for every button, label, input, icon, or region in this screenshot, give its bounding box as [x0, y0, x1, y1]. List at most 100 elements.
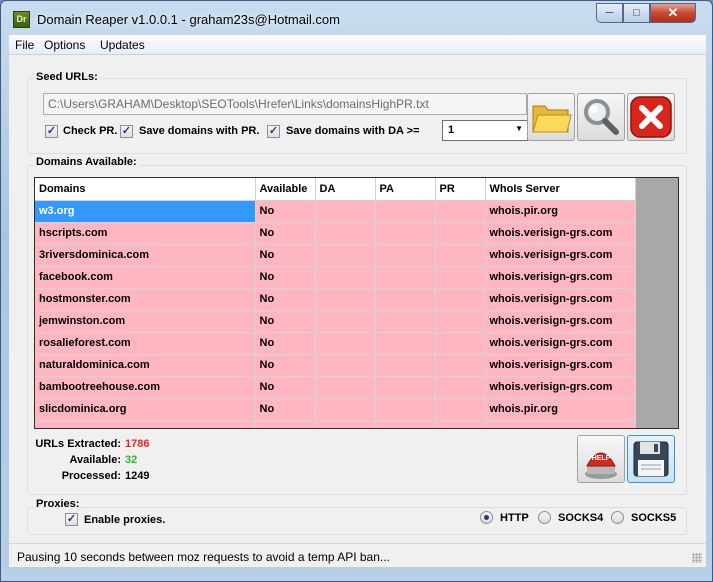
menu-updates[interactable]: Updates — [100, 38, 145, 52]
cell-pa[interactable] — [375, 310, 436, 333]
cell-pr[interactable] — [435, 398, 486, 421]
cell-domain[interactable]: slicdominica.org — [35, 398, 256, 421]
cell-domain[interactable]: rosalieforest.com — [35, 332, 256, 355]
cell-domain[interactable]: 3riversdominica.com — [35, 244, 256, 267]
cell-available[interactable]: No — [255, 376, 316, 399]
table-row[interactable]: 3riversdominica.com No whois.verisign-gr… — [35, 244, 636, 267]
column-header-pa[interactable]: PA — [375, 178, 436, 201]
cell-available[interactable]: No — [255, 310, 316, 333]
cell-pa[interactable] — [375, 288, 436, 311]
cell-da[interactable] — [315, 222, 376, 245]
cell-da[interactable] — [315, 376, 376, 399]
cell-pr[interactable] — [435, 310, 486, 333]
cell-domain[interactable]: hscripts.com — [35, 222, 256, 245]
cell-whois[interactable]: whois.pir.org — [485, 200, 636, 223]
column-header-pr[interactable]: PR — [435, 178, 486, 201]
cell-pa[interactable] — [375, 398, 436, 421]
cell-domain[interactable]: facebook.com — [35, 266, 256, 289]
minimize-button[interactable]: ─ — [596, 3, 623, 23]
cell-pa[interactable] — [375, 244, 436, 267]
radio-http[interactable] — [480, 511, 493, 524]
cell-pa[interactable] — [375, 200, 436, 223]
menu-options[interactable]: Options — [44, 38, 85, 52]
table-row[interactable]: hostmonster.com No whois.verisign-grs.co… — [35, 288, 636, 311]
cancel-button[interactable] — [627, 93, 675, 141]
table-row[interactable]: hscripts.com No whois.verisign-grs.com — [35, 222, 636, 245]
da-threshold-select[interactable]: 1 ▼ — [442, 120, 528, 141]
table-row[interactable]: bambootreehouse.com No whois.verisign-gr… — [35, 376, 636, 399]
search-button[interactable] — [577, 93, 625, 141]
cell-available[interactable]: No — [255, 266, 316, 289]
column-header-domains[interactable]: Domains — [35, 178, 256, 201]
table-row[interactable]: facebook.com No whois.verisign-grs.com — [35, 266, 636, 289]
domains-grid[interactable]: Domains Available DA PA PR WhoIs Server … — [34, 177, 679, 429]
cell-available[interactable]: No — [255, 354, 316, 377]
cell-da[interactable] — [315, 244, 376, 267]
enable-proxies-checkbox[interactable]: ✓ — [65, 513, 78, 526]
cell-whois[interactable]: whois.verisign-grs.com — [485, 222, 636, 245]
close-button[interactable]: ✕ — [650, 3, 696, 23]
cell-available[interactable]: No — [255, 222, 316, 245]
save-pr-checkbox[interactable]: ✓ — [120, 125, 133, 138]
open-file-button[interactable] — [527, 93, 575, 141]
cell-whois[interactable]: whois.verisign-grs.com — [485, 310, 636, 333]
cell-da[interactable] — [315, 288, 376, 311]
cell-pr[interactable] — [435, 244, 486, 267]
cell-pa[interactable] — [375, 222, 436, 245]
seed-file-path-input[interactable]: C:\Users\GRAHAM\Desktop\SEOTools\Hrefer\… — [43, 93, 527, 115]
cell-whois[interactable]: whois.verisign-grs.com — [485, 332, 636, 355]
radio-socks5[interactable] — [611, 511, 624, 524]
save-button[interactable] — [627, 435, 675, 483]
cell-available[interactable]: No — [255, 200, 316, 223]
help-button[interactable]: HELP — [577, 435, 625, 483]
cell-da[interactable] — [315, 310, 376, 333]
cell-da[interactable] — [315, 354, 376, 377]
cell-whois[interactable]: whois.verisign-grs.com — [485, 266, 636, 289]
cell-pa[interactable] — [375, 266, 436, 289]
cell-pa[interactable] — [375, 332, 436, 355]
cell-available[interactable]: No — [255, 398, 316, 421]
cell-whois[interactable]: whois.pir.org — [485, 398, 636, 421]
cell-da[interactable] — [315, 398, 376, 421]
cell-whois[interactable]: whois.verisign-grs.com — [485, 288, 636, 311]
cell-pr[interactable] — [435, 288, 486, 311]
cell-da[interactable] — [315, 266, 376, 289]
check-pr-checkbox[interactable]: ✓ — [45, 125, 58, 138]
cell-da[interactable] — [315, 332, 376, 355]
cell-domain[interactable]: jemwinston.com — [35, 310, 256, 333]
title-bar[interactable]: Dr Domain Reaper v1.0.0.1 - graham23s@Ho… — [1, 1, 712, 35]
cell-pa[interactable] — [375, 354, 436, 377]
maximize-button[interactable]: □ — [623, 3, 650, 23]
table-row[interactable]: slicdominica.org No whois.pir.org — [35, 398, 636, 421]
cell-available[interactable]: No — [255, 288, 316, 311]
save-da-checkbox[interactable]: ✓ — [267, 125, 280, 138]
table-row[interactable]: jemwinston.com No whois.verisign-grs.com — [35, 310, 636, 333]
cell-domain[interactable]: hostmonster.com — [35, 288, 256, 311]
cell-pa[interactable] — [375, 376, 436, 399]
cell-da[interactable] — [315, 200, 376, 223]
column-header-da[interactable]: DA — [315, 178, 376, 201]
cell-whois[interactable]: whois.verisign-grs.com — [485, 244, 636, 267]
cell-available[interactable]: No — [255, 244, 316, 267]
column-header-whois-server[interactable]: WhoIs Server — [485, 178, 636, 201]
cell-available[interactable]: No — [255, 332, 316, 355]
cell-whois[interactable]: whois.verisign-grs.com — [485, 354, 636, 377]
cell-pr[interactable] — [435, 354, 486, 377]
cell-pr[interactable] — [435, 376, 486, 399]
menu-file[interactable]: File — [15, 38, 34, 52]
cell-pr[interactable] — [435, 222, 486, 245]
cell-whois[interactable]: whois.verisign-grs.com — [485, 376, 636, 399]
cell-pr[interactable] — [435, 266, 486, 289]
table-row[interactable]: w3.org No whois.pir.org — [35, 200, 636, 223]
column-header-available[interactable]: Available — [255, 178, 316, 201]
resize-grip-icon[interactable] — [692, 553, 702, 563]
cell-domain[interactable]: naturaldominica.com — [35, 354, 256, 377]
cell-pr[interactable] — [435, 200, 486, 223]
cell-pr[interactable] — [435, 332, 486, 355]
cell-domain[interactable]: bambootreehouse.com — [35, 376, 256, 399]
radio-socks4[interactable] — [538, 511, 551, 524]
table-row[interactable] — [35, 420, 636, 428]
cell-domain[interactable]: w3.org — [35, 200, 256, 223]
table-row[interactable]: rosalieforest.com No whois.verisign-grs.… — [35, 332, 636, 355]
table-row[interactable]: naturaldominica.com No whois.verisign-gr… — [35, 354, 636, 377]
